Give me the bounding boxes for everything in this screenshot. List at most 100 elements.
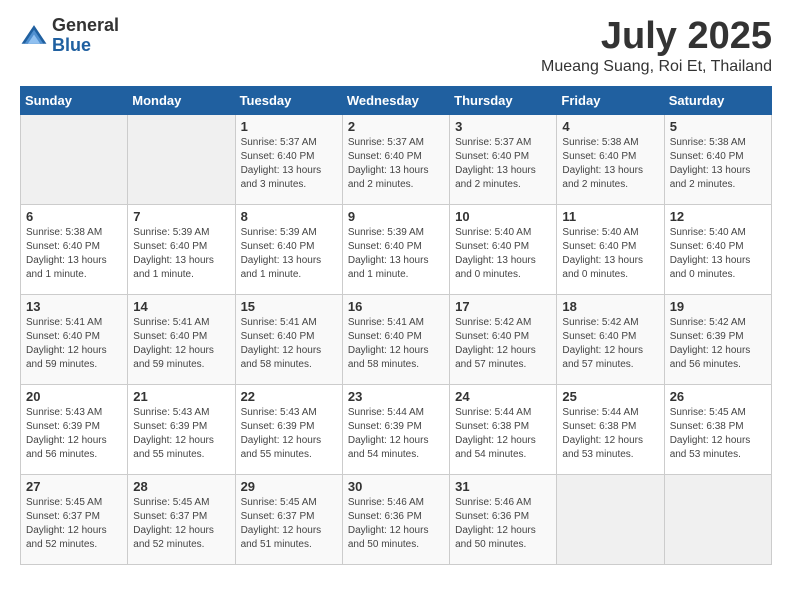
cell-info: Sunrise: 5:45 AM Sunset: 6:37 PM Dayligh… bbox=[241, 496, 337, 552]
cell-info: Sunrise: 5:38 AM Sunset: 6:40 PM Dayligh… bbox=[670, 136, 766, 192]
cell-info: Sunrise: 5:39 AM Sunset: 6:40 PM Dayligh… bbox=[133, 226, 229, 282]
calendar-cell bbox=[21, 114, 128, 204]
day-number: 11 bbox=[562, 209, 658, 224]
day-number: 12 bbox=[670, 209, 766, 224]
calendar-cell: 8 Sunrise: 5:39 AM Sunset: 6:40 PM Daylig… bbox=[235, 204, 342, 294]
calendar-cell: 1 Sunrise: 5:37 AM Sunset: 6:40 PM Daylig… bbox=[235, 114, 342, 204]
calendar-cell: 16Sunrise: 5:41 AM Sunset: 6:40 PM Dayli… bbox=[342, 294, 449, 384]
calendar-header-sunday: Sunday bbox=[21, 86, 128, 114]
cell-info: Sunrise: 5:39 AM Sunset: 6:40 PM Dayligh… bbox=[241, 226, 337, 282]
cell-info: Sunrise: 5:37 AM Sunset: 6:40 PM Dayligh… bbox=[348, 136, 444, 192]
cell-info: Sunrise: 5:39 AM Sunset: 6:40 PM Dayligh… bbox=[348, 226, 444, 282]
calendar-cell: 22 Sunrise: 5:43 AM Sunset: 6:39 PM Dayli… bbox=[235, 384, 342, 474]
calendar-cell: 12Sunrise: 5:40 AM Sunset: 6:40 PM Dayli… bbox=[664, 204, 771, 294]
day-number: 1 bbox=[241, 119, 337, 134]
calendar-cell: 14 Sunrise: 5:41 AM Sunset: 6:40 PM Dayli… bbox=[128, 294, 235, 384]
day-number: 25 bbox=[562, 389, 658, 404]
calendar-cell: 2Sunrise: 5:37 AM Sunset: 6:40 PM Daylig… bbox=[342, 114, 449, 204]
logo-icon bbox=[20, 22, 48, 50]
day-number: 4 bbox=[562, 119, 658, 134]
calendar-cell: 23Sunrise: 5:44 AM Sunset: 6:39 PM Dayli… bbox=[342, 384, 449, 474]
day-number: 20 bbox=[26, 389, 122, 404]
calendar-cell: 31 Sunrise: 5:46 AM Sunset: 6:36 PM Dayli… bbox=[450, 474, 557, 564]
cell-info: Sunrise: 5:45 AM Sunset: 6:37 PM Dayligh… bbox=[26, 496, 122, 552]
cell-info: Sunrise: 5:41 AM Sunset: 6:40 PM Dayligh… bbox=[133, 316, 229, 372]
day-number: 22 bbox=[241, 389, 337, 404]
calendar-cell: 29 Sunrise: 5:45 AM Sunset: 6:37 PM Dayli… bbox=[235, 474, 342, 564]
day-number: 13 bbox=[26, 299, 122, 314]
day-number: 26 bbox=[670, 389, 766, 404]
day-number: 19 bbox=[670, 299, 766, 314]
calendar-cell: 27 Sunrise: 5:45 AM Sunset: 6:37 PM Dayli… bbox=[21, 474, 128, 564]
day-number: 14 bbox=[133, 299, 229, 314]
calendar-cell: 10 Sunrise: 5:40 AM Sunset: 6:40 PM Dayli… bbox=[450, 204, 557, 294]
calendar-cell: 5 Sunrise: 5:38 AM Sunset: 6:40 PM Daylig… bbox=[664, 114, 771, 204]
calendar-week-row: 1 Sunrise: 5:37 AM Sunset: 6:40 PM Daylig… bbox=[21, 114, 772, 204]
calendar-cell: 4 Sunrise: 5:38 AM Sunset: 6:40 PM Daylig… bbox=[557, 114, 664, 204]
calendar-cell: 11 Sunrise: 5:40 AM Sunset: 6:40 PM Dayli… bbox=[557, 204, 664, 294]
calendar-header-saturday: Saturday bbox=[664, 86, 771, 114]
calendar-header-monday: Monday bbox=[128, 86, 235, 114]
calendar-week-row: 13 Sunrise: 5:41 AM Sunset: 6:40 PM Dayli… bbox=[21, 294, 772, 384]
calendar-cell: 15Sunrise: 5:41 AM Sunset: 6:40 PM Dayli… bbox=[235, 294, 342, 384]
calendar-cell: 24 Sunrise: 5:44 AM Sunset: 6:38 PM Dayli… bbox=[450, 384, 557, 474]
day-number: 27 bbox=[26, 479, 122, 494]
cell-info: Sunrise: 5:40 AM Sunset: 6:40 PM Dayligh… bbox=[562, 226, 658, 282]
cell-info: Sunrise: 5:44 AM Sunset: 6:38 PM Dayligh… bbox=[455, 406, 551, 462]
day-number: 5 bbox=[670, 119, 766, 134]
calendar-cell: 20 Sunrise: 5:43 AM Sunset: 6:39 PM Dayli… bbox=[21, 384, 128, 474]
calendar-header-thursday: Thursday bbox=[450, 86, 557, 114]
day-number: 29 bbox=[241, 479, 337, 494]
cell-info: Sunrise: 5:38 AM Sunset: 6:40 PM Dayligh… bbox=[26, 226, 122, 282]
title-block: July 2025 Mueang Suang, Roi Et, Thailand bbox=[541, 16, 772, 76]
logo-blue-label: Blue bbox=[52, 36, 119, 56]
cell-info: Sunrise: 5:41 AM Sunset: 6:40 PM Dayligh… bbox=[241, 316, 337, 372]
day-number: 9 bbox=[348, 209, 444, 224]
cell-info: Sunrise: 5:42 AM Sunset: 6:39 PM Dayligh… bbox=[670, 316, 766, 372]
day-number: 16 bbox=[348, 299, 444, 314]
calendar-cell: 17Sunrise: 5:42 AM Sunset: 6:40 PM Dayli… bbox=[450, 294, 557, 384]
cell-info: Sunrise: 5:44 AM Sunset: 6:39 PM Dayligh… bbox=[348, 406, 444, 462]
calendar-cell: 21Sunrise: 5:43 AM Sunset: 6:39 PM Dayli… bbox=[128, 384, 235, 474]
cell-info: Sunrise: 5:43 AM Sunset: 6:39 PM Dayligh… bbox=[241, 406, 337, 462]
logo-text: General Blue bbox=[52, 16, 119, 56]
day-number: 24 bbox=[455, 389, 551, 404]
cell-info: Sunrise: 5:38 AM Sunset: 6:40 PM Dayligh… bbox=[562, 136, 658, 192]
calendar-cell: 25 Sunrise: 5:44 AM Sunset: 6:38 PM Dayli… bbox=[557, 384, 664, 474]
cell-info: Sunrise: 5:46 AM Sunset: 6:36 PM Dayligh… bbox=[455, 496, 551, 552]
calendar-cell bbox=[557, 474, 664, 564]
cell-info: Sunrise: 5:43 AM Sunset: 6:39 PM Dayligh… bbox=[26, 406, 122, 462]
day-number: 31 bbox=[455, 479, 551, 494]
month-title: July 2025 bbox=[541, 16, 772, 58]
cell-info: Sunrise: 5:45 AM Sunset: 6:38 PM Dayligh… bbox=[670, 406, 766, 462]
cell-info: Sunrise: 5:37 AM Sunset: 6:40 PM Dayligh… bbox=[455, 136, 551, 192]
calendar-week-row: 6Sunrise: 5:38 AM Sunset: 6:40 PM Daylig… bbox=[21, 204, 772, 294]
logo: General Blue bbox=[20, 16, 119, 56]
cell-info: Sunrise: 5:42 AM Sunset: 6:40 PM Dayligh… bbox=[562, 316, 658, 372]
day-number: 10 bbox=[455, 209, 551, 224]
calendar-week-row: 20 Sunrise: 5:43 AM Sunset: 6:39 PM Dayli… bbox=[21, 384, 772, 474]
day-number: 7 bbox=[133, 209, 229, 224]
day-number: 3 bbox=[455, 119, 551, 134]
cell-info: Sunrise: 5:45 AM Sunset: 6:37 PM Dayligh… bbox=[133, 496, 229, 552]
calendar-cell: 6Sunrise: 5:38 AM Sunset: 6:40 PM Daylig… bbox=[21, 204, 128, 294]
calendar-cell bbox=[664, 474, 771, 564]
calendar-header-friday: Friday bbox=[557, 86, 664, 114]
day-number: 30 bbox=[348, 479, 444, 494]
calendar-week-row: 27 Sunrise: 5:45 AM Sunset: 6:37 PM Dayli… bbox=[21, 474, 772, 564]
cell-info: Sunrise: 5:43 AM Sunset: 6:39 PM Dayligh… bbox=[133, 406, 229, 462]
calendar-table: SundayMondayTuesdayWednesdayThursdayFrid… bbox=[20, 86, 772, 565]
calendar-cell: 26 Sunrise: 5:45 AM Sunset: 6:38 PM Dayli… bbox=[664, 384, 771, 474]
cell-info: Sunrise: 5:40 AM Sunset: 6:40 PM Dayligh… bbox=[455, 226, 551, 282]
cell-info: Sunrise: 5:44 AM Sunset: 6:38 PM Dayligh… bbox=[562, 406, 658, 462]
day-number: 8 bbox=[241, 209, 337, 224]
calendar-cell: 30 Sunrise: 5:46 AM Sunset: 6:36 PM Dayli… bbox=[342, 474, 449, 564]
cell-info: Sunrise: 5:37 AM Sunset: 6:40 PM Dayligh… bbox=[241, 136, 337, 192]
cell-info: Sunrise: 5:46 AM Sunset: 6:36 PM Dayligh… bbox=[348, 496, 444, 552]
calendar-cell bbox=[128, 114, 235, 204]
calendar-header-tuesday: Tuesday bbox=[235, 86, 342, 114]
calendar-cell: 3 Sunrise: 5:37 AM Sunset: 6:40 PM Daylig… bbox=[450, 114, 557, 204]
page-header: General Blue July 2025 Mueang Suang, Roi… bbox=[20, 16, 772, 76]
cell-info: Sunrise: 5:41 AM Sunset: 6:40 PM Dayligh… bbox=[26, 316, 122, 372]
calendar-cell: 28Sunrise: 5:45 AM Sunset: 6:37 PM Dayli… bbox=[128, 474, 235, 564]
